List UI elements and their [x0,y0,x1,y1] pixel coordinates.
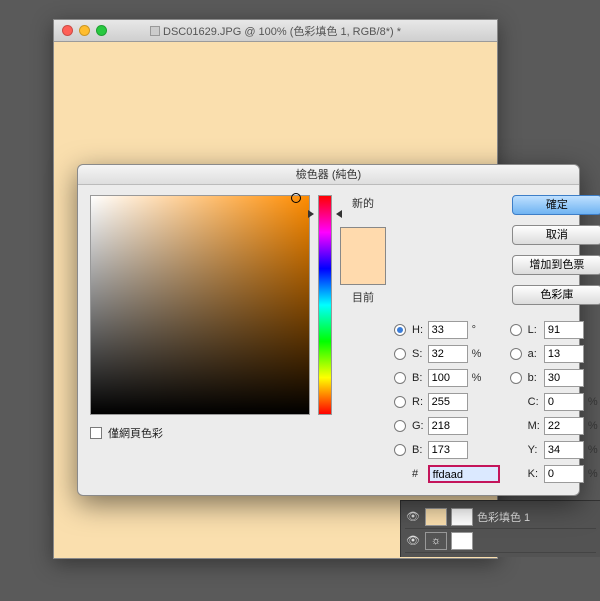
ok-button[interactable]: 確定 [512,195,600,215]
radio-b[interactable] [510,372,522,384]
input-a[interactable]: 13 [544,345,584,363]
minimize-icon[interactable] [79,25,90,36]
radio-bc[interactable] [394,444,406,456]
label-bc: B: [412,444,424,456]
label-a: a: [528,348,540,360]
input-s[interactable]: 32 [428,345,468,363]
web-only-checkbox[interactable] [90,427,102,439]
input-bv[interactable]: 100 [428,369,468,387]
label-l: L: [528,324,540,336]
close-icon[interactable] [62,25,73,36]
current-color-swatch[interactable] [341,256,385,284]
zoom-icon[interactable] [96,25,107,36]
radio-h[interactable] [394,324,406,336]
visibility-icon[interactable]: 👁 [405,510,421,523]
color-libraries-button[interactable]: 色彩庫 [512,285,600,305]
layer-name[interactable]: 色彩填色 1 [477,509,596,525]
hue-slider[interactable] [318,195,332,415]
unit-bv: % [472,372,486,384]
document-titlebar[interactable]: DSC01629.JPG @ 100% (色彩填色 1, RGB/8*) * [54,20,497,42]
dialog-title: 檢色器 (純色) [78,165,579,185]
current-color-label: 目前 [352,289,374,305]
unit-k: % [588,468,600,480]
new-color-swatch[interactable] [341,228,385,256]
label-h: H: [412,324,424,336]
label-s: S: [412,348,424,360]
input-g[interactable]: 218 [428,417,468,435]
document-proxy-icon [150,26,160,36]
adjustment-icon[interactable]: ☼ [425,532,447,550]
label-k: K: [528,468,540,480]
label-g: G: [412,420,424,432]
input-b[interactable]: 30 [544,369,584,387]
visibility-icon[interactable]: 👁 [405,534,421,547]
unit-m: % [588,420,600,432]
label-bv: B: [412,372,424,384]
layer-mask-thumbnail[interactable] [451,508,473,526]
label-y: Y: [528,444,540,456]
input-hex[interactable]: ffdaad [428,465,500,483]
unit-h: ° [472,324,486,336]
hex-prefix: # [412,468,424,480]
web-only-label: 僅網頁色彩 [108,425,163,441]
label-r: R: [412,396,424,408]
input-l[interactable]: 91 [544,321,584,339]
input-c[interactable]: 0 [544,393,584,411]
layer-row[interactable]: 👁 ☼ [405,529,596,553]
document-title-text: DSC01629.JPG @ 100% (色彩填色 1, RGB/8*) * [163,26,401,38]
label-m: M: [528,420,540,432]
add-swatch-button[interactable]: 增加到色票 [512,255,600,275]
unit-y: % [588,444,600,456]
input-k[interactable]: 0 [544,465,584,483]
input-r[interactable]: 255 [428,393,468,411]
unit-s: % [472,348,486,360]
sv-handle-icon[interactable] [291,193,301,203]
color-swatch-pair [340,227,386,285]
label-c: C: [528,396,540,408]
label-b: b: [528,372,540,384]
input-y[interactable]: 34 [544,441,584,459]
radio-g[interactable] [394,420,406,432]
saturation-value-field[interactable] [90,195,310,415]
web-only-row[interactable]: 僅網頁色彩 [90,425,310,441]
radio-s[interactable] [394,348,406,360]
traffic-lights [62,25,107,36]
layer-thumbnail[interactable] [425,508,447,526]
radio-l[interactable] [510,324,522,336]
radio-r[interactable] [394,396,406,408]
color-picker-dialog: 檢色器 (純色) 僅網頁色彩 新的 目前 [77,164,580,496]
unit-c: % [588,396,600,408]
layers-panel: 👁 色彩填色 1 👁 ☼ [400,500,600,557]
new-color-label: 新的 [352,195,374,211]
input-h[interactable]: 33 [428,321,468,339]
document-title: DSC01629.JPG @ 100% (色彩填色 1, RGB/8*) * [54,23,497,39]
input-m[interactable]: 22 [544,417,584,435]
cancel-button[interactable]: 取消 [512,225,600,245]
radio-bv[interactable] [394,372,406,384]
color-values-grid: H: 33 ° L: 91 S: 32 % a: 13 B: [394,321,600,483]
layer-row[interactable]: 👁 色彩填色 1 [405,505,596,529]
layer-mask-thumbnail[interactable] [451,532,473,550]
input-bc[interactable]: 173 [428,441,468,459]
radio-a[interactable] [510,348,522,360]
